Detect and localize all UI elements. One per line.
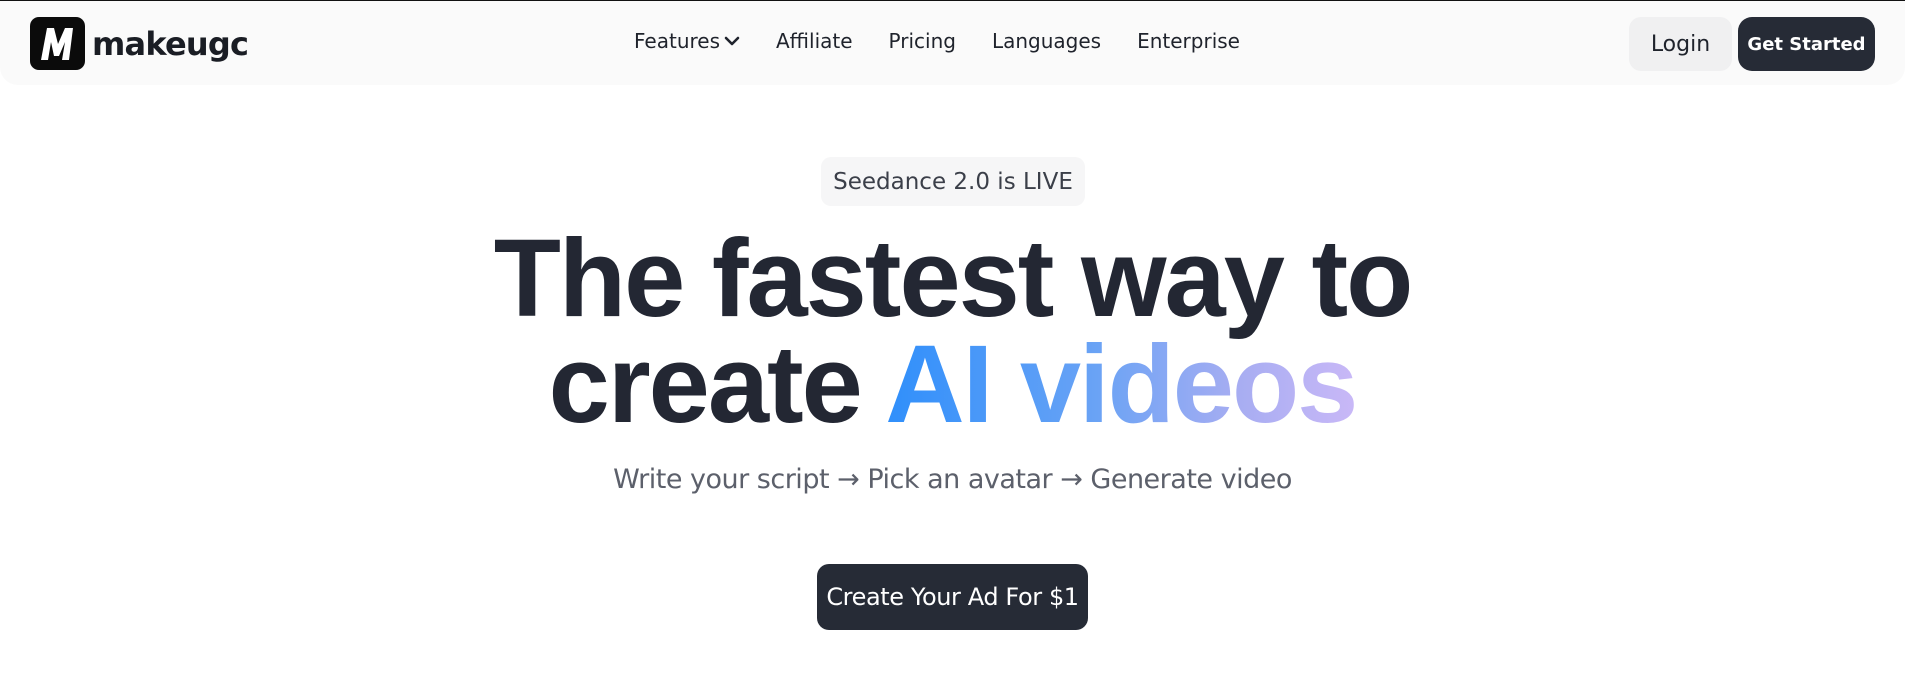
logo[interactable]: makeugc — [30, 17, 249, 70]
chevron-down-icon — [724, 35, 740, 47]
headline-plain-text: create — [548, 323, 886, 446]
announcement-badge[interactable]: Seedance 2.0 is LIVE — [821, 157, 1085, 206]
hero-headline-line1: The fastest way to — [493, 217, 1414, 340]
navbar: makeugc Features Affiliate Pricing Langu… — [0, 1, 1905, 85]
nav-pricing[interactable]: Pricing — [889, 29, 956, 53]
create-ad-button[interactable]: Create Your Ad For $1 — [817, 564, 1088, 630]
login-button[interactable]: Login — [1629, 17, 1732, 71]
m-logo-icon — [30, 17, 85, 70]
nav-languages[interactable]: Languages — [992, 29, 1101, 53]
nav-enterprise[interactable]: Enterprise — [1137, 29, 1240, 53]
get-started-button[interactable]: Get Started — [1738, 17, 1875, 71]
logo-text: makeugc — [92, 24, 249, 63]
main-nav: Features Affiliate Pricing Languages Ent… — [634, 29, 1240, 53]
hero-headline-line2: create AI videos — [0, 330, 1905, 440]
nav-features[interactable]: Features — [634, 29, 740, 53]
hero-subtitle: Write your script → Pick an avatar → Gen… — [613, 464, 1292, 495]
nav-features-label: Features — [634, 29, 720, 53]
headline-gradient-text: AI videos — [885, 323, 1358, 446]
nav-affiliate[interactable]: Affiliate — [776, 29, 853, 53]
